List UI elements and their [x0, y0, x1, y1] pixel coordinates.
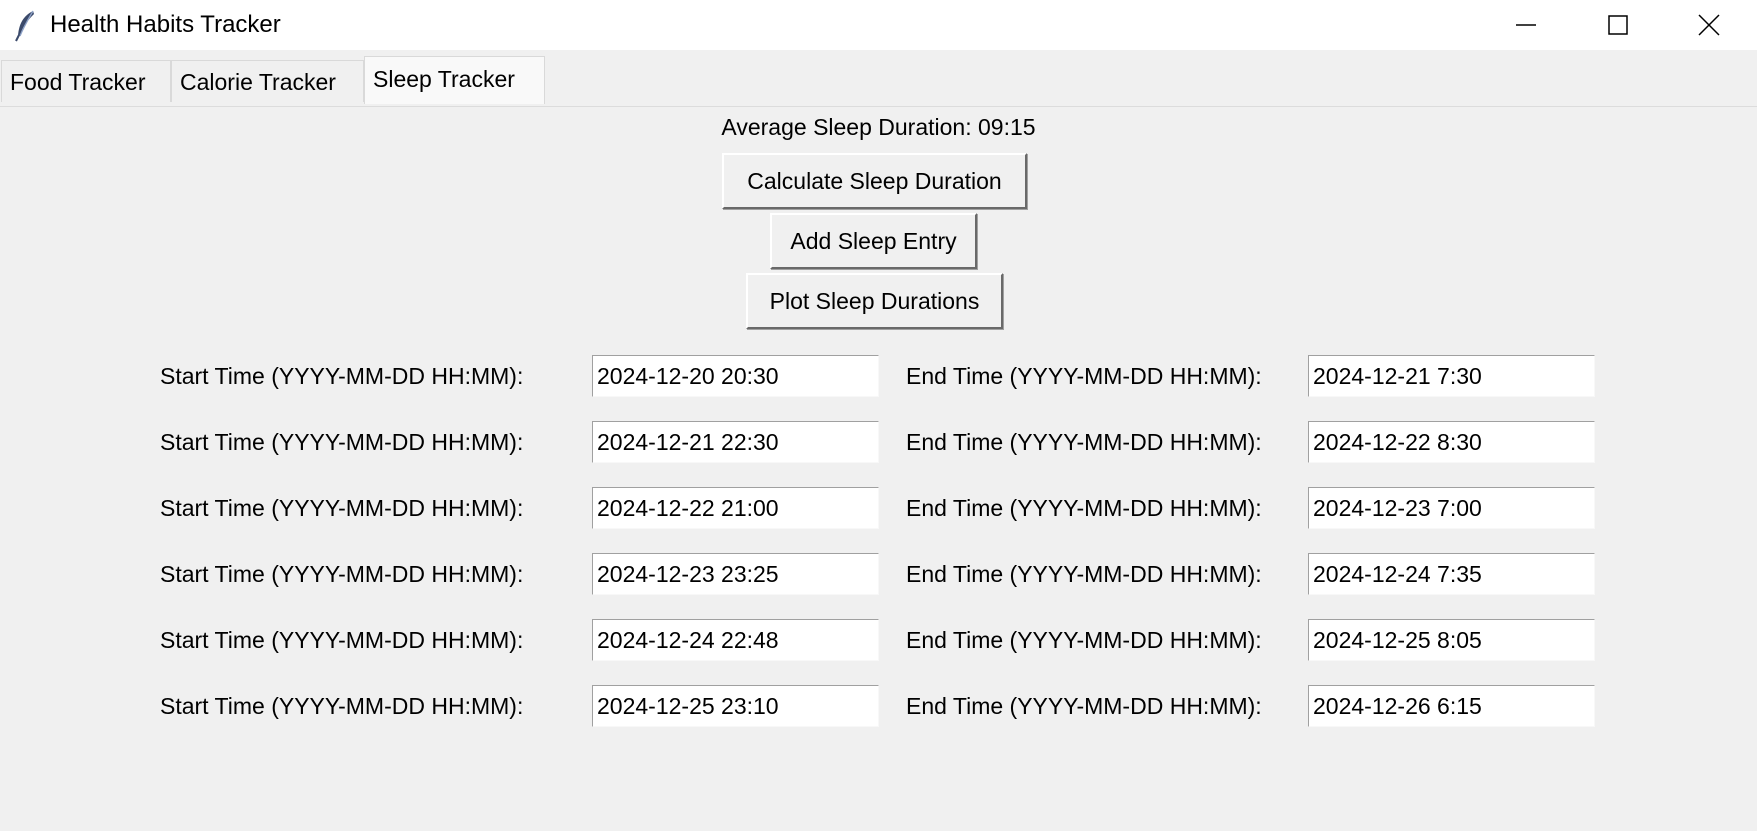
maximize-button[interactable]	[1583, 0, 1653, 50]
end-time-input[interactable]: 2024-12-21 7:30	[1308, 355, 1595, 397]
start-time-label: Start Time (YYYY-MM-DD HH:MM):	[160, 561, 524, 587]
end-time-label: End Time (YYYY-MM-DD HH:MM):	[906, 495, 1262, 521]
feather-icon	[14, 10, 38, 42]
average-sleep-label: Average Sleep Duration: 09:15	[721, 114, 1036, 140]
minimize-icon	[1516, 24, 1536, 26]
end-time-label: End Time (YYYY-MM-DD HH:MM):	[906, 561, 1262, 587]
sleep-entry-row: Start Time (YYYY-MM-DD HH:MM): 2024-12-2…	[0, 619, 1757, 661]
end-time-label: End Time (YYYY-MM-DD HH:MM):	[906, 429, 1262, 455]
close-icon	[1698, 14, 1720, 36]
maximize-icon	[1608, 15, 1628, 35]
start-time-label: Start Time (YYYY-MM-DD HH:MM):	[160, 363, 524, 389]
close-button[interactable]	[1674, 0, 1744, 50]
sleep-entry-row: Start Time (YYYY-MM-DD HH:MM): 2024-12-2…	[0, 487, 1757, 529]
tab-bar: Food Tracker Calorie Tracker Sleep Track…	[0, 56, 1757, 107]
end-time-label: End Time (YYYY-MM-DD HH:MM):	[906, 693, 1262, 719]
start-time-input[interactable]: 2024-12-20 20:30	[592, 355, 879, 397]
plot-sleep-durations-button[interactable]: Plot Sleep Durations	[746, 273, 1003, 329]
start-time-label: Start Time (YYYY-MM-DD HH:MM):	[160, 693, 524, 719]
sleep-entry-row: Start Time (YYYY-MM-DD HH:MM): 2024-12-2…	[0, 685, 1757, 727]
start-time-input[interactable]: 2024-12-22 21:00	[592, 487, 879, 529]
window-title: Health Habits Tracker	[50, 11, 281, 38]
end-time-input[interactable]: 2024-12-26 6:15	[1308, 685, 1595, 727]
add-sleep-entry-button[interactable]: Add Sleep Entry	[770, 213, 977, 269]
start-time-label: Start Time (YYYY-MM-DD HH:MM):	[160, 495, 524, 521]
tab-food-tracker[interactable]: Food Tracker	[1, 60, 171, 102]
minimize-button[interactable]	[1491, 0, 1561, 50]
calculate-sleep-duration-button[interactable]: Calculate Sleep Duration	[722, 153, 1027, 209]
end-time-input[interactable]: 2024-12-25 8:05	[1308, 619, 1595, 661]
end-time-label: End Time (YYYY-MM-DD HH:MM):	[906, 627, 1262, 653]
start-time-label: Start Time (YYYY-MM-DD HH:MM):	[160, 429, 524, 455]
start-time-label: Start Time (YYYY-MM-DD HH:MM):	[160, 627, 524, 653]
end-time-input[interactable]: 2024-12-22 8:30	[1308, 421, 1595, 463]
sleep-entry-row: Start Time (YYYY-MM-DD HH:MM): 2024-12-2…	[0, 421, 1757, 463]
title-bar: Health Habits Tracker	[0, 0, 1757, 50]
end-time-input[interactable]: 2024-12-23 7:00	[1308, 487, 1595, 529]
end-time-input[interactable]: 2024-12-24 7:35	[1308, 553, 1595, 595]
sleep-entry-row: Start Time (YYYY-MM-DD HH:MM): 2024-12-2…	[0, 553, 1757, 595]
end-time-label: End Time (YYYY-MM-DD HH:MM):	[906, 363, 1262, 389]
tab-sleep-tracker[interactable]: Sleep Tracker	[364, 56, 545, 104]
start-time-input[interactable]: 2024-12-25 23:10	[592, 685, 879, 727]
start-time-input[interactable]: 2024-12-21 22:30	[592, 421, 879, 463]
start-time-input[interactable]: 2024-12-24 22:48	[592, 619, 879, 661]
start-time-input[interactable]: 2024-12-23 23:25	[592, 553, 879, 595]
tab-calorie-tracker[interactable]: Calorie Tracker	[171, 60, 364, 102]
sleep-entry-row: Start Time (YYYY-MM-DD HH:MM): 2024-12-2…	[0, 355, 1757, 397]
